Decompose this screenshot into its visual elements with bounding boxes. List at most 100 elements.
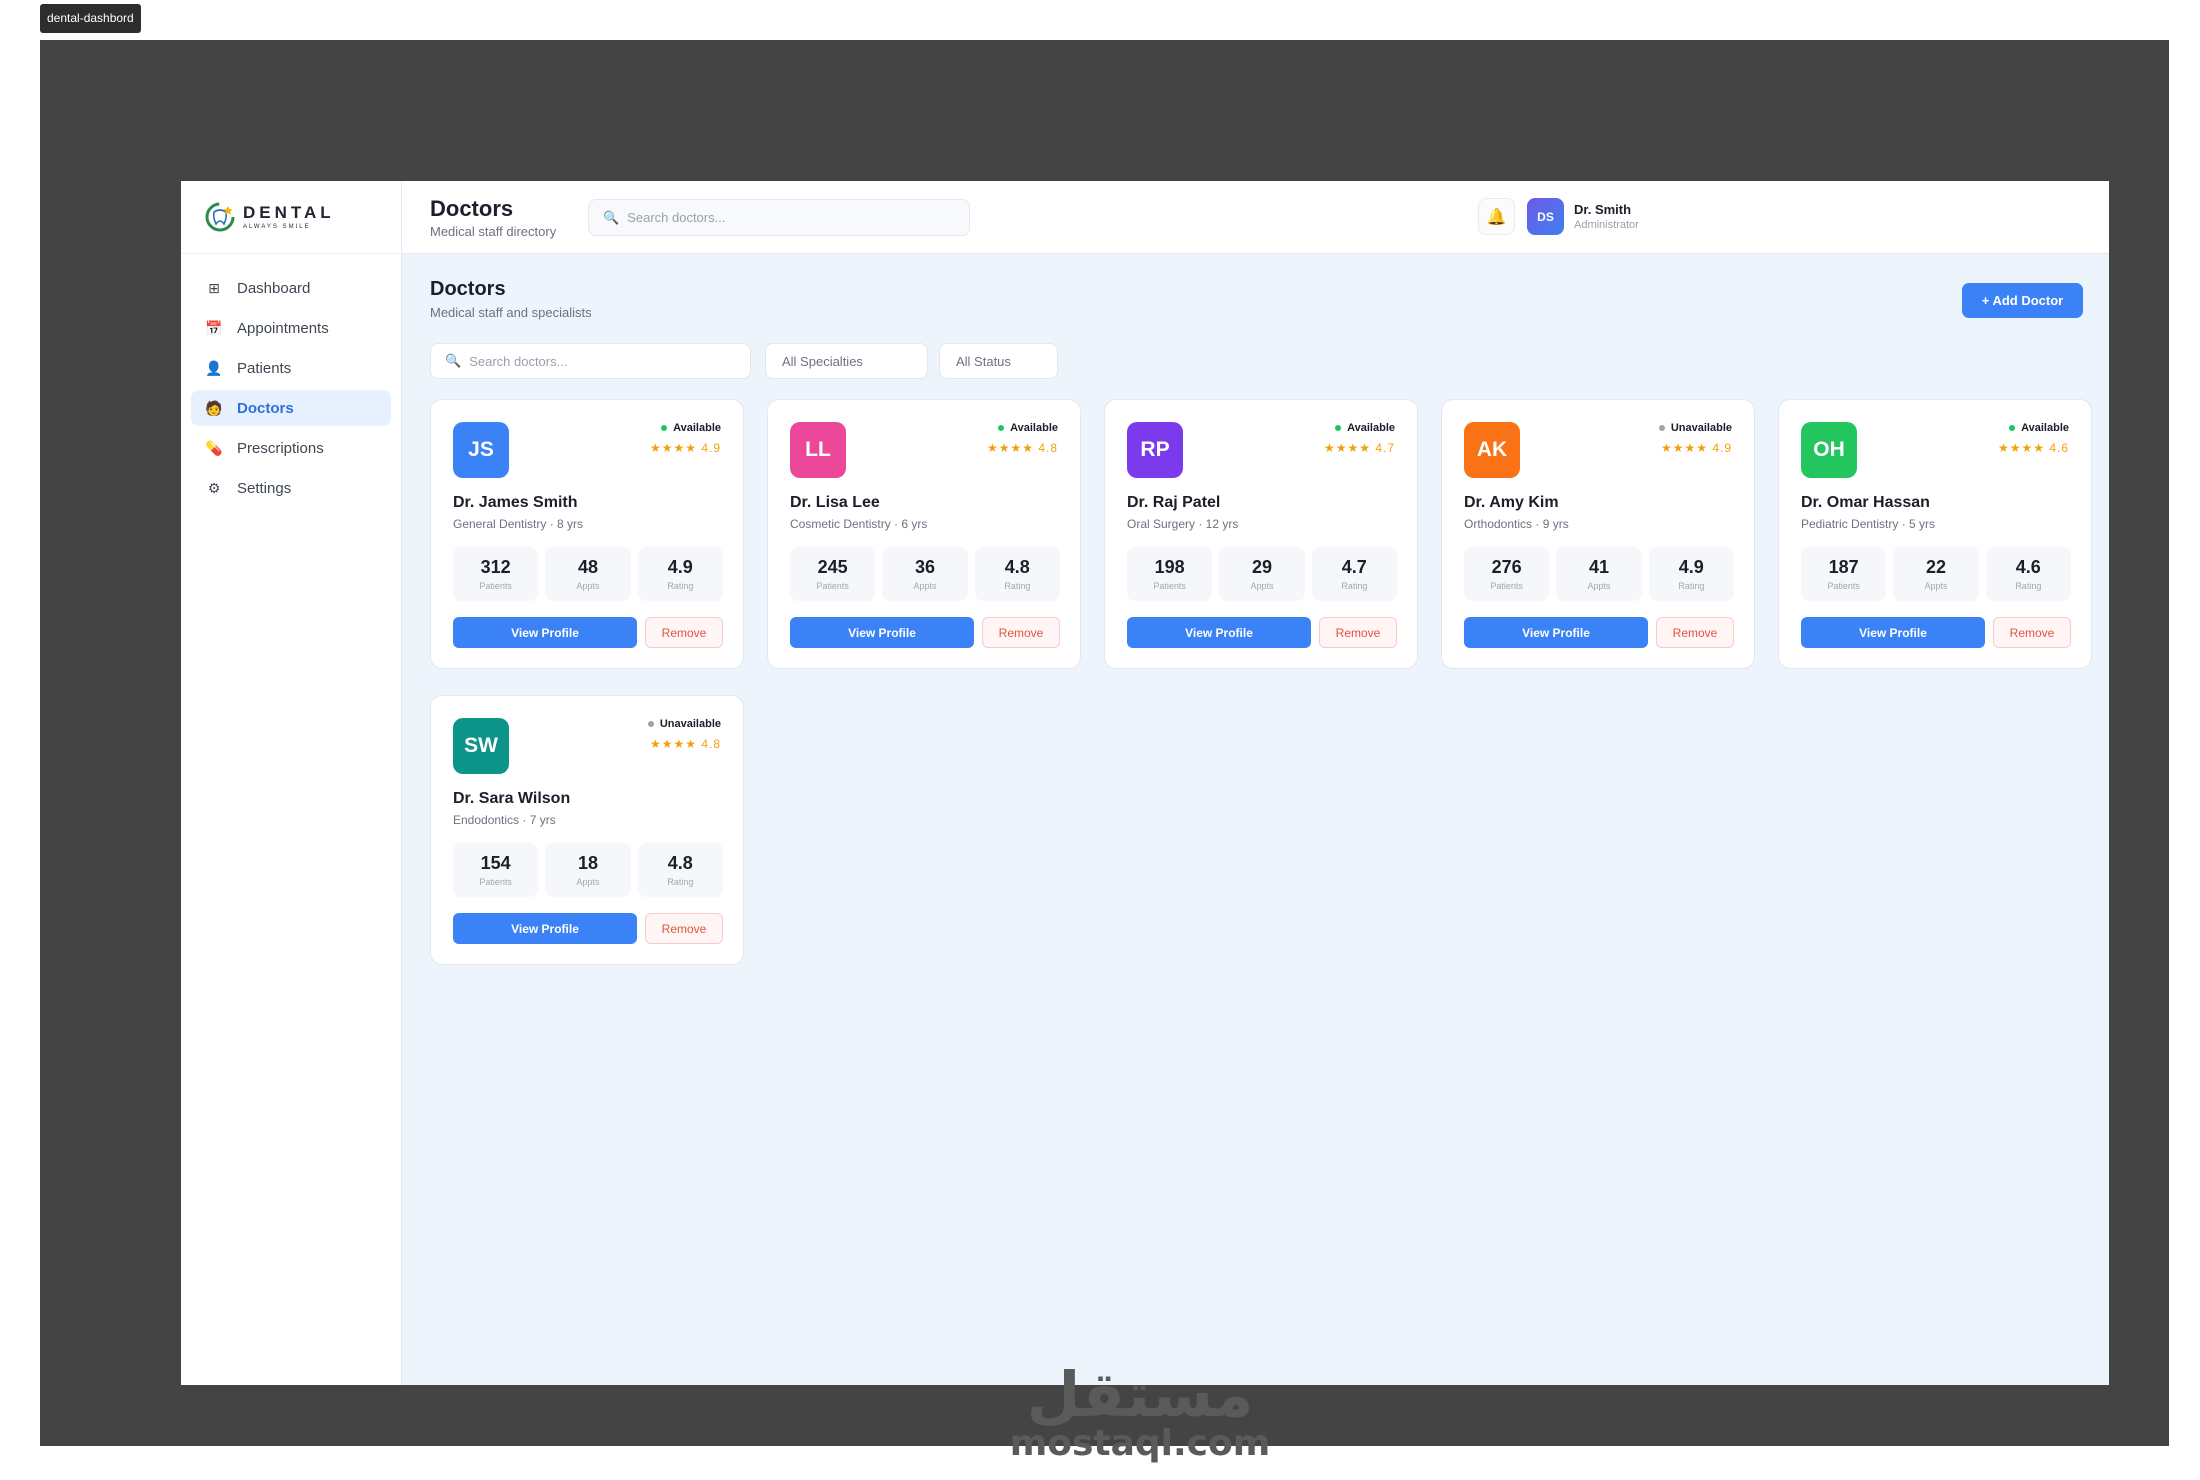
sidebar-item-label: Dashboard [237, 279, 311, 297]
view-profile-button[interactable]: View Profile [790, 617, 974, 648]
stat-value: 48 [577, 557, 598, 577]
stat-patients: 198 Patients [1127, 547, 1213, 601]
stat-value: 4.7 [1341, 557, 1367, 577]
gear-icon: ⚙ [207, 479, 221, 496]
view-profile-button[interactable]: View Profile [1127, 617, 1311, 648]
stat-label: Rating [1004, 581, 1031, 591]
remove-doctor-button[interactable]: Remove [982, 617, 1060, 648]
sidebar-item-doctors[interactable]: 🧑 Doctors [191, 390, 391, 426]
canvas-stage: DENTAL ALWAYS SMILE ⊞ Dashboard 📅 Appointme… [40, 40, 2169, 1464]
section-subtitle: Medical staff and specialists [430, 305, 592, 320]
sidebar-item-appointments[interactable]: 📅 Appointments [191, 310, 391, 346]
stat-label: Appts [913, 581, 937, 591]
stat-value: 4.9 [1678, 557, 1704, 577]
doctor-name: Dr. Sara Wilson [453, 790, 571, 807]
remove-doctor-button[interactable]: Remove [1319, 617, 1397, 648]
doctor-stats: 198 Patients 29 Appts 4.7 Rating [1127, 547, 1397, 601]
dental-app: DENTAL ALWAYS SMILE ⊞ Dashboard 📅 Appointme… [181, 181, 2109, 1385]
doctor-search-input[interactable]: 🔍 Search doctors... [430, 343, 751, 379]
sidebar-item-label: Patients [237, 359, 292, 377]
doctor-stats: 276 Patients 41 Appts 4.9 Rating [1464, 547, 1734, 601]
star-rating: ★★★★ 4.8 [987, 441, 1058, 455]
stat-rating: 4.9 Rating [637, 547, 723, 601]
view-profile-button[interactable]: View Profile [1801, 617, 1985, 648]
star-icons: ★★★★ [1323, 441, 1371, 455]
status-badge: Unavailable [1658, 422, 1732, 434]
doctor-name: Dr. Omar Hassan [1801, 494, 1930, 511]
stat-appts: 22 Appts [1893, 547, 1979, 601]
top-search-input[interactable]: 🔍 Search doctors... [588, 199, 970, 236]
stat-value: 154 [480, 853, 511, 873]
doctor-stats: 245 Patients 36 Appts 4.8 Rating [790, 547, 1060, 601]
user-icon: 👤 [205, 359, 223, 376]
doctor-stats: 187 Patients 22 Appts 4.6 Rating [1801, 547, 2071, 601]
stat-label: Appts [576, 877, 600, 887]
star-rating: ★★★★ 4.9 [1661, 441, 1732, 455]
sidebar: DENTAL ALWAYS SMILE ⊞ Dashboard 📅 Appointme… [181, 181, 402, 1385]
doctor-card: OH Available ★★★★ 4.6 Dr. Omar Hassan Pediat… [1778, 399, 2092, 669]
stat-label: Patients [1827, 581, 1860, 591]
status-filter-select[interactable]: All Status [939, 343, 1058, 379]
mostaql-watermark: مستقل mostaql.com [1000, 1362, 1280, 1464]
watermark-latin: mostaql.com [1009, 1423, 1271, 1464]
remove-doctor-button[interactable]: Remove [645, 913, 723, 944]
doctor-card: RP Available ★★★★ 4.7 Dr. Raj Patel Oral Sur… [1104, 399, 1418, 669]
star-icons: ★★★★ [1997, 441, 2045, 455]
stat-rating: 4.8 Rating [637, 843, 723, 897]
remove-doctor-button[interactable]: Remove [1993, 617, 2071, 648]
stat-appts: 48 Appts [545, 547, 631, 601]
doctor-card: LL Available ★★★★ 4.8 Dr. Lisa Lee Cosmetic … [767, 399, 1081, 669]
brand-name: DENTAL [243, 203, 335, 222]
pill-icon: 💊 [205, 439, 223, 456]
status-dot-icon [647, 721, 654, 727]
specialty-filter-select[interactable]: All Specialties [765, 343, 928, 379]
add-doctor-button[interactable]: + Add Doctor [1962, 283, 2083, 318]
doctor-card: JS Available ★★★★ 4.9 Dr. James Smith Genera… [430, 399, 744, 669]
star-icons: ★★★★ [649, 441, 697, 455]
status-dot-icon [661, 425, 668, 431]
stat-label: Patients [816, 581, 849, 591]
remove-doctor-button[interactable]: Remove [1656, 617, 1734, 648]
remove-doctor-button[interactable]: Remove [645, 617, 723, 648]
user-avatar[interactable]: DS [1527, 198, 1564, 235]
stat-value: 4.6 [2015, 557, 2041, 577]
sidebar-item-settings[interactable]: ⚙ Settings [191, 470, 391, 506]
stat-value: 41 [1588, 557, 1609, 577]
star-rating: ★★★★ 4.6 [1998, 441, 2069, 455]
view-profile-button[interactable]: View Profile [453, 617, 637, 648]
page-title: Doctors [430, 196, 514, 221]
stat-label: Appts [1924, 581, 1948, 591]
user-name: Dr. Smith [1574, 202, 1632, 217]
stat-label: Rating [667, 581, 694, 591]
star-icons: ★★★★ [1660, 441, 1708, 455]
star-rating-value: 4.9 [701, 441, 721, 455]
star-rating: ★★★★ 4.7 [1324, 441, 1395, 455]
stat-patients: 154 Patients [453, 843, 539, 897]
star-rating-value: 4.6 [2049, 441, 2069, 455]
stat-rating: 4.9 Rating [1648, 547, 1734, 601]
view-profile-button[interactable]: View Profile [1464, 617, 1648, 648]
star-rating-value: 4.8 [701, 737, 721, 751]
doctor-avatar: OH [1801, 422, 1857, 478]
sidebar-item-dashboard[interactable]: ⊞ Dashboard [191, 270, 391, 306]
stat-label: Rating [2015, 581, 2042, 591]
brand-logo[interactable]: DENTAL ALWAYS SMILE [181, 181, 401, 254]
doctor-name: Dr. James Smith [453, 494, 578, 511]
doctor-stats: 312 Patients 48 Appts 4.9 Rating [453, 547, 723, 601]
doctor-avatar: LL [790, 422, 846, 478]
doctor-card: AK Unavailable ★★★★ 4.9 Dr. Amy Kim Orthodon… [1441, 399, 1755, 669]
status-dot-icon [1658, 425, 1665, 431]
stat-appts: 18 Appts [545, 843, 631, 897]
section-title: Doctors [430, 278, 506, 300]
notification-bell-icon[interactable]: 🔔 [1478, 198, 1515, 235]
stat-value: 245 [817, 557, 848, 577]
stat-value: 4.9 [667, 557, 693, 577]
sidebar-item-prescriptions[interactable]: 💊 Prescriptions [191, 430, 391, 466]
star-rating: ★★★★ 4.8 [650, 737, 721, 751]
stat-appts: 36 Appts [882, 547, 968, 601]
sidebar-item-patients[interactable]: 👤 Patients [191, 350, 391, 386]
status-dot-icon [1335, 425, 1342, 431]
search-icon: 🔍 [603, 209, 620, 225]
stat-patients: 187 Patients [1801, 547, 1887, 601]
view-profile-button[interactable]: View Profile [453, 913, 637, 944]
